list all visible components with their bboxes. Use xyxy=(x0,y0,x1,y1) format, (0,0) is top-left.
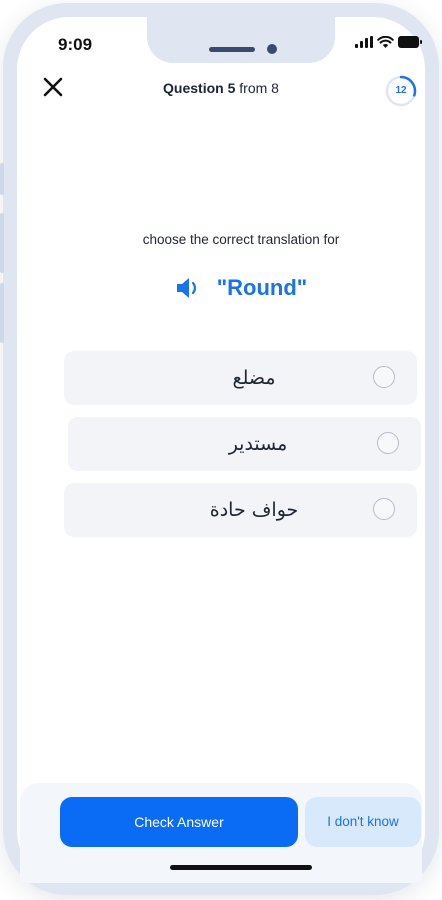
answer-option[interactable]: مضلع xyxy=(64,351,417,405)
word-row: "Round" xyxy=(0,275,442,301)
target-word: "Round" xyxy=(216,275,308,300)
prompt-text: choose the correct translation for xyxy=(142,232,340,247)
answer-option-label: حواف حادة xyxy=(209,499,299,521)
signal-icon xyxy=(355,36,373,48)
check-answer-button[interactable]: Check Answer xyxy=(60,797,298,847)
dont-know-button[interactable]: I don't know xyxy=(305,797,421,847)
status-icons xyxy=(355,36,422,48)
home-indicator xyxy=(170,865,312,870)
status-time: 9:09 xyxy=(58,35,93,54)
speaker-icon[interactable] xyxy=(175,276,203,300)
answer-option-label: مضلع xyxy=(232,367,276,389)
side-button xyxy=(0,163,4,195)
answer-option-label: مستدير xyxy=(228,433,288,455)
wifi-icon xyxy=(377,36,394,48)
radio-button[interactable] xyxy=(373,498,395,520)
camera-dot xyxy=(267,44,277,54)
radio-button[interactable] xyxy=(377,432,399,454)
question-total: from 8 xyxy=(235,80,279,96)
question-counter: Question 5 from 8 xyxy=(0,80,442,96)
speaker-grille xyxy=(209,47,255,52)
answer-option[interactable]: حواف حادة xyxy=(64,483,417,537)
battery-icon xyxy=(398,36,422,48)
radio-button[interactable] xyxy=(373,366,395,388)
timer-value: 12 xyxy=(395,85,407,96)
question-number: Question 5 xyxy=(163,80,236,96)
answer-option[interactable]: مستدير xyxy=(68,417,421,471)
notch xyxy=(147,17,335,63)
